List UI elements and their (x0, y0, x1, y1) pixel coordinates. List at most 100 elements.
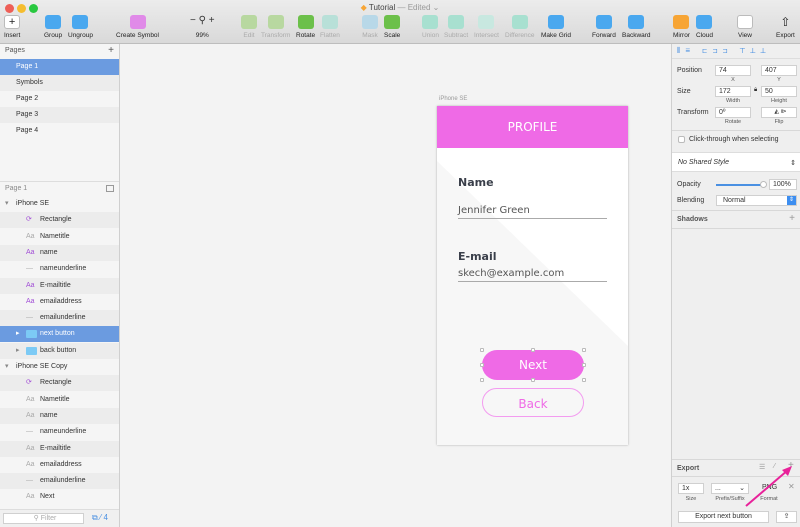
layer-label: nameunderline (40, 428, 87, 436)
toolbar-label: Export (776, 32, 795, 39)
layer-row[interactable]: Aa emailaddress (0, 294, 119, 310)
resize-handle[interactable] (480, 348, 484, 352)
intersect-icon (478, 15, 495, 29)
layer-row[interactable]: Aa Nametitle (0, 229, 119, 245)
next-button[interactable]: Next (482, 350, 584, 380)
collapse-icon[interactable] (106, 185, 114, 192)
layer-row[interactable]: Aa name (0, 407, 119, 424)
layer-row[interactable]: ▸ back button (0, 342, 119, 359)
layer-row[interactable]: — nameunderline (0, 261, 119, 277)
toolbar-cloud-button[interactable]: Cloud (696, 15, 713, 39)
artboard-label[interactable]: iPhone SE (439, 96, 467, 102)
y-field[interactable]: 407 (761, 65, 797, 76)
toolbar-ungroup-button[interactable]: Ungroup (68, 15, 93, 39)
opacity-field[interactable]: 100% (769, 179, 797, 190)
toolbar-group-button[interactable]: Group (44, 15, 62, 39)
shared-style-select[interactable]: No Shared Style ⇕ (672, 152, 800, 172)
toolbar-scale-button[interactable]: Scale (384, 15, 400, 39)
layer-row[interactable]: ▸ next button (0, 326, 119, 343)
disclosure-icon[interactable]: ▸ (16, 343, 20, 359)
add-page-icon[interactable]: + (108, 44, 114, 58)
text-icon: Aa (26, 232, 35, 240)
page-item[interactable]: Page 1 (0, 59, 119, 75)
canvas[interactable]: iPhone SE PROFILE Name Jennifer Green E-… (120, 44, 671, 527)
layer-label: emailunderline (40, 477, 86, 485)
mask-icon (362, 15, 378, 29)
toolbar-intersect-button[interactable]: Intersect (474, 15, 499, 39)
resize-handle[interactable] (531, 348, 535, 352)
toolbar-forward-button[interactable]: Forward (592, 15, 616, 39)
layer-row[interactable]: ⟳ Rectangle (0, 212, 119, 229)
filter-options-icon[interactable]: ⧉ ⁄ 4 (92, 513, 108, 523)
resize-handle[interactable] (582, 363, 586, 367)
toolbar-99--button[interactable]: − ⚲ + 99% (190, 15, 215, 39)
toolbar-label: Group (44, 32, 63, 39)
line-icon: — (26, 428, 33, 436)
toolbar-flatten-button[interactable]: Flatten (320, 15, 340, 39)
toolbar-difference-button[interactable]: Difference (505, 15, 535, 39)
clickthrough-checkbox[interactable] (678, 136, 685, 143)
filter-input[interactable]: ⚲ Filter (3, 513, 84, 524)
width-field[interactable]: 172 (715, 86, 751, 97)
add-shadow-icon[interactable]: + (789, 213, 795, 224)
resize-handle[interactable] (582, 348, 586, 352)
layer-row[interactable]: ▾ iPhone SE (0, 196, 119, 212)
layer-row[interactable]: — nameunderline (0, 424, 119, 440)
toolbar-subtract-button[interactable]: Subtract (444, 15, 468, 39)
share-icon[interactable]: ⇪ (776, 511, 797, 523)
layer-row[interactable]: ⟳ Rectangle (0, 375, 119, 392)
toolbar-label: Transform (261, 32, 291, 39)
toolbar-mask-button[interactable]: Mask (362, 15, 378, 39)
x-field[interactable]: 74 (715, 65, 751, 76)
resize-handle[interactable] (480, 378, 484, 382)
layer-row[interactable]: Aa Next (0, 489, 119, 505)
page-item[interactable]: Page 4 (0, 123, 119, 139)
resize-handle[interactable] (582, 378, 586, 382)
page-item[interactable]: Page 3 (0, 107, 119, 123)
artboard[interactable]: PROFILE Name Jennifer Green E-mail skech… (437, 106, 628, 445)
export-button[interactable]: Export next button (678, 511, 769, 523)
layer-row[interactable]: — emailunderline (0, 473, 119, 490)
blending-select[interactable]: Normal ⇕ (716, 195, 797, 206)
toolbar-edit-button[interactable]: Edit (241, 15, 257, 39)
toolbar-rotate-button[interactable]: Rotate (296, 15, 315, 39)
page-item[interactable]: Page 2 (0, 91, 119, 107)
toolbar-backward-button[interactable]: Backward (622, 15, 651, 39)
name-title: Name (458, 176, 494, 189)
toolbar-create-symbol-button[interactable]: Create Symbol (116, 15, 159, 39)
annotation-arrow (745, 466, 792, 507)
transform-label: Transform (677, 109, 709, 116)
resize-handle[interactable] (531, 378, 535, 382)
rotate-field[interactable]: 0º (715, 107, 751, 118)
disclosure-icon[interactable]: ▸ (16, 326, 20, 342)
resize-handle[interactable] (480, 363, 484, 367)
toolbar-insert-button[interactable]: + Insert (4, 15, 20, 39)
toolbar-label: Forward (592, 32, 616, 39)
layer-row[interactable]: Aa name (0, 244, 119, 261)
layer-row[interactable]: Aa E-mailtitle (0, 440, 119, 457)
width-label: Width (725, 98, 741, 104)
toolbar-mirror-button[interactable]: Mirror (673, 15, 690, 39)
lock-icon[interactable]: 🔒︎ (754, 87, 757, 94)
layer-label: Nametitle (40, 232, 70, 240)
layer-row[interactable]: Aa Nametitle (0, 392, 119, 408)
page-item[interactable]: Symbols (0, 75, 119, 91)
toolbar-export-button[interactable]: ⇧ Export (776, 15, 795, 39)
layer-row[interactable]: Aa E-mailtitle (0, 277, 119, 294)
ungroup-icon (72, 15, 89, 29)
layer-row[interactable]: ▾ iPhone SE Copy (0, 359, 119, 375)
flip-buttons[interactable]: ◭ ⧐ (761, 107, 797, 118)
forward-icon (595, 15, 612, 29)
height-field[interactable]: 50 (761, 86, 797, 97)
toolbar-view-button[interactable]: View (737, 15, 753, 39)
layer-row[interactable]: Aa emailaddress (0, 457, 119, 473)
toolbar-make-grid-button[interactable]: Make Grid (541, 15, 571, 39)
opacity-slider[interactable] (716, 181, 767, 188)
layer-label: E-mailtitle (40, 281, 71, 289)
toolbar-union-button[interactable]: Union (422, 15, 439, 39)
toolbar-transform-button[interactable]: Transform (261, 15, 290, 39)
back-button[interactable]: Back (482, 388, 584, 417)
export-size-field[interactable]: 1x (678, 483, 704, 494)
layer-row[interactable]: — emailunderline (0, 310, 119, 327)
text-icon: Aa (26, 281, 35, 289)
